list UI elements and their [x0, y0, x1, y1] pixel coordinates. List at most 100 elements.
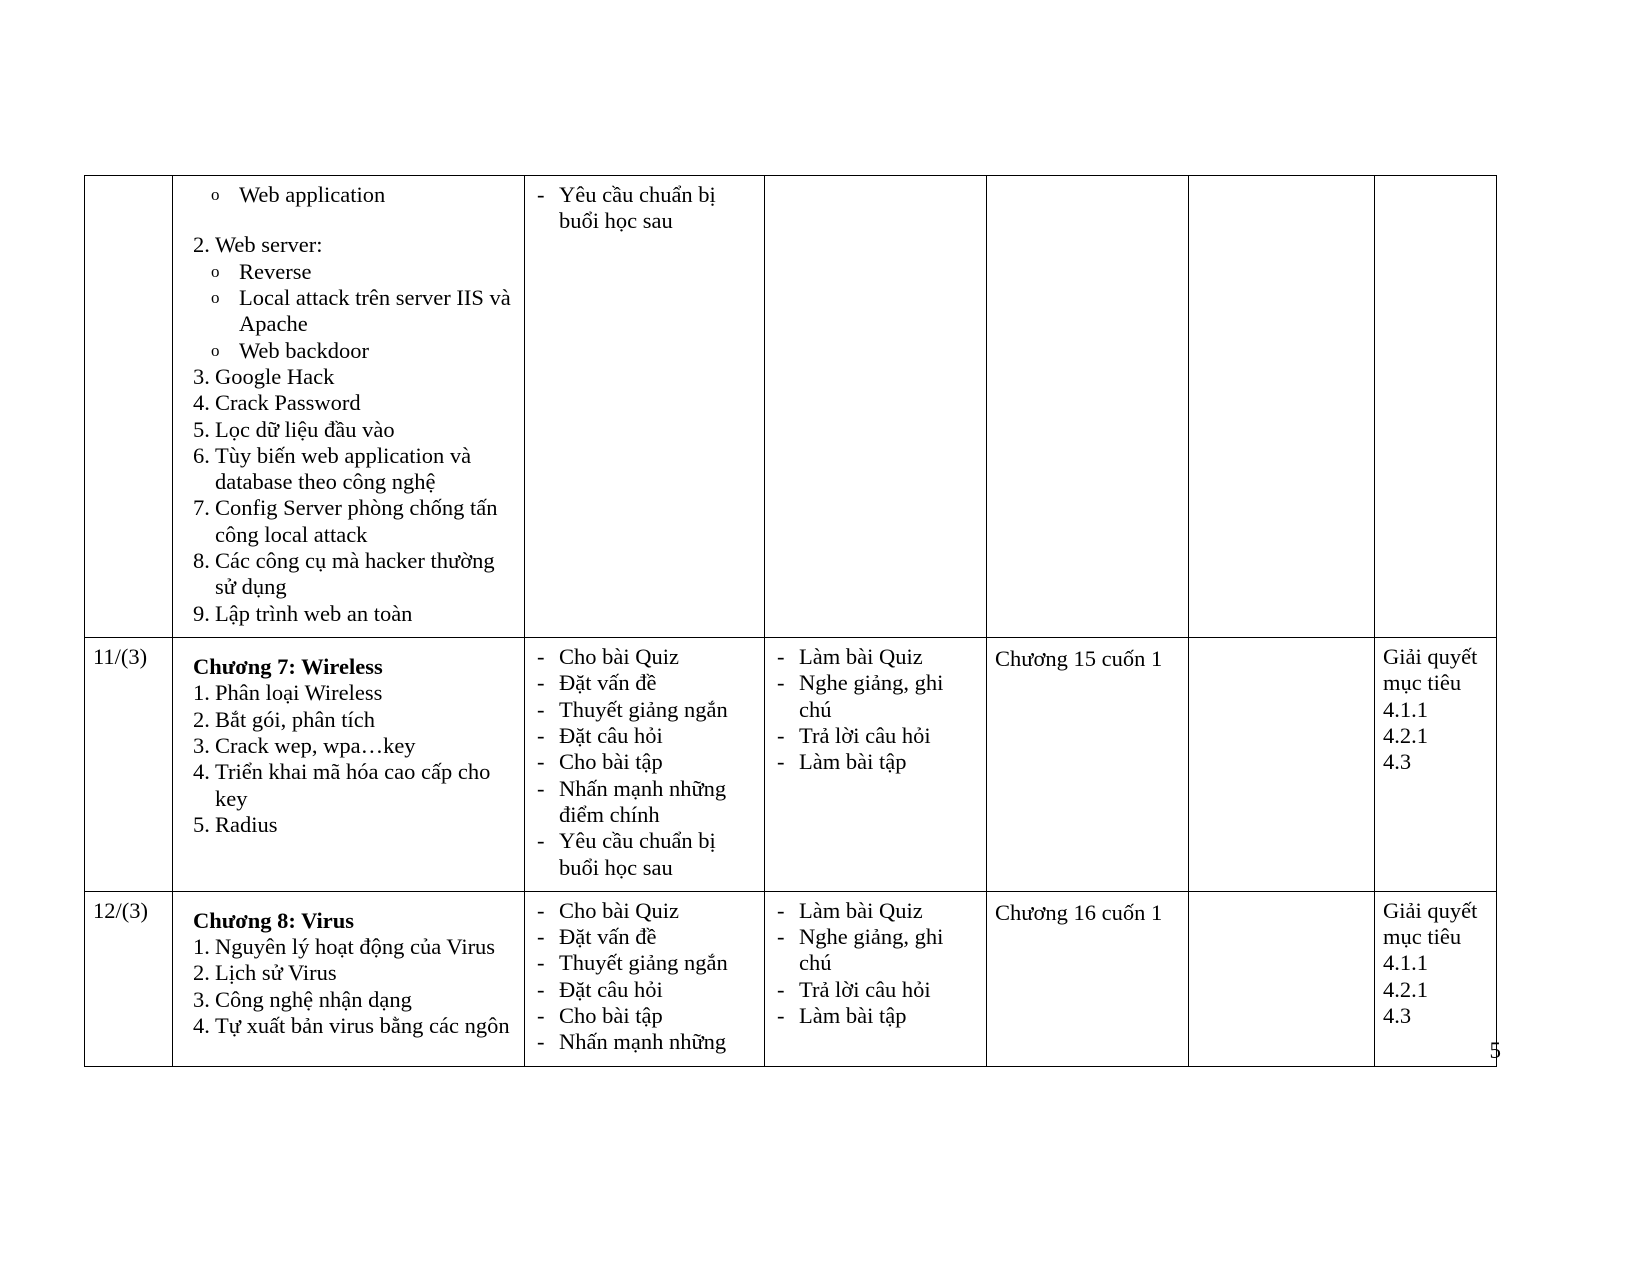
list-item: - Làm bài tập: [773, 1003, 978, 1029]
dash-bullet-icon: -: [777, 976, 785, 1002]
cell-week: [84, 175, 173, 638]
dash-bullet-icon: -: [777, 670, 785, 696]
list-item: - Làm bài Quiz: [773, 644, 978, 670]
list-marker: 3.: [193, 986, 210, 1012]
cell-reference: Chương 16 cuốn 1: [986, 890, 1189, 1067]
list-marker: 3.: [193, 732, 210, 758]
list-item: 4. Crack Password: [181, 390, 516, 416]
list-marker: 1.: [193, 680, 210, 706]
dash-bullet-icon: -: [537, 1003, 545, 1029]
list-item: 3. Google Hack: [181, 364, 516, 390]
list-item-label: Đặt vấn đề: [559, 670, 657, 696]
list-marker: 6.: [193, 442, 210, 468]
list-item-label: Nghe giảng, ghi chú: [799, 670, 944, 722]
list-marker: 5.: [193, 811, 210, 837]
chapter-title: Chương 8: Virus: [193, 907, 354, 933]
dash-bullet-icon: -: [537, 976, 545, 1002]
list-item: 6. Tùy biến web application và database …: [181, 443, 516, 496]
list-item-label: Lập trình web an toàn: [215, 600, 413, 626]
list-item: - Nghe giảng, ghi chú: [773, 670, 978, 723]
list-marker: 5.: [193, 416, 210, 442]
list-item-label: Crack Password: [215, 390, 361, 416]
list-item-label: Trả lời câu hỏi: [799, 976, 931, 1002]
content-numbered-list: 1. Phân loại Wireless 2. Bắt gói, phân t…: [181, 680, 516, 838]
dash-bullet-icon: -: [777, 924, 785, 950]
list-item-label: Làm bài tập: [799, 1003, 907, 1029]
cell-goal: [1374, 175, 1497, 638]
list-marker: 4.: [193, 1013, 210, 1039]
list-item: - Thuyết giảng ngắn: [533, 697, 756, 723]
dash-bullet-icon: -: [537, 182, 545, 207]
list-item-label: Đặt câu hỏi: [559, 722, 663, 748]
list-item: o Web backdoor: [181, 338, 516, 364]
dash-bullet-icon: -: [537, 1029, 545, 1055]
cell-content: Chương 7: Wireless 1. Phân loại Wireless…: [172, 637, 525, 892]
dash-bullet-icon: -: [777, 897, 785, 923]
list-item: - Thuyết giảng ngắn: [533, 950, 756, 976]
list-item-label: Các công cụ mà hacker thường sử dụng: [215, 548, 495, 600]
list-item: 8. Các công cụ mà hacker thường sử dụng: [181, 548, 516, 601]
goal-list: Giải quyết mục tiêu 4.1.1 4.2.1 4.3: [1383, 644, 1488, 776]
cell-teaching-activities: - Yêu cầu chuẩn bị buổi học sau: [524, 175, 765, 638]
list-item-label: Triển khai mã hóa cao cấp cho key: [215, 759, 491, 811]
list-marker: 4.: [193, 759, 210, 785]
table-row: 11/(3) Chương 7: Wireless 1. Phân loại W…: [84, 637, 1497, 892]
goal-line: 4.1.1: [1383, 950, 1428, 976]
list-item: o Reverse: [181, 259, 516, 285]
list-item: - Cho bài Quiz: [533, 898, 756, 924]
learning-activity-list: - Làm bài Quiz - Nghe giảng, ghi chú - Trả …: [773, 898, 978, 1030]
teaching-activity-list: - Cho bài Quiz - Đặt vấn đề - Thuyết giảng …: [533, 898, 756, 1056]
list-item-label: Phân loại Wireless: [215, 680, 383, 706]
cell-reference: Chương 15 cuốn 1: [986, 637, 1189, 892]
list-item-label: Lọc dữ liệu đầu vào: [215, 416, 395, 442]
list-item-label: Yêu cầu chuẩn bị buổi học sau: [559, 828, 716, 880]
list-item-label: Nguyên lý hoạt động của Virus: [215, 934, 496, 960]
list-item: - Nhấn mạnh những điểm chính: [533, 776, 756, 829]
list-item: 4. Tự xuất bản virus bằng các ngôn: [181, 1013, 516, 1039]
cell-learning-activities: - Làm bài Quiz - Nghe giảng, ghi chú - Trả …: [764, 637, 987, 892]
cell-learning-activities: [764, 175, 987, 638]
learning-activity-list: - Làm bài Quiz - Nghe giảng, ghi chú - Trả …: [773, 644, 978, 776]
goal-line: Giải quyết: [1383, 897, 1478, 923]
dash-bullet-icon: -: [777, 749, 785, 775]
dash-bullet-icon: -: [777, 1003, 785, 1029]
list-item-label: Trả lời câu hỏi: [799, 722, 931, 748]
list-item-label: Config Server phòng chống tấn công local…: [215, 495, 498, 547]
list-item-label: Làm bài Quiz: [799, 897, 923, 923]
cell-content: Chương 8: Virus 1. Nguyên lý hoạt động c…: [172, 890, 525, 1067]
dash-bullet-icon: -: [537, 828, 545, 854]
cell-goal: Giải quyết mục tiêu 4.1.1 4.2.1 4.3: [1374, 637, 1497, 892]
dash-bullet-icon: -: [537, 644, 545, 669]
cell-teaching-activities: - Cho bài Quiz - Đặt vấn đề - Thuyết giảng …: [524, 637, 765, 892]
list-item-label: Google Hack: [215, 363, 335, 389]
goal-line: mục tiêu: [1383, 924, 1462, 950]
goal-line: 4.3: [1383, 749, 1412, 775]
list-item-label: Web server:: [215, 232, 323, 258]
table-row: 12/(3) Chương 8: Virus 1. Nguyên lý hoạt…: [84, 890, 1497, 1067]
circle-bullet-icon: o: [211, 287, 220, 307]
list-item: 4. Triển khai mã hóa cao cấp cho key: [181, 759, 516, 812]
list-item-label: Đặt vấn đề: [559, 924, 657, 950]
dash-bullet-icon: -: [537, 670, 545, 696]
list-item: 9. Lập trình web an toàn: [181, 601, 516, 627]
reference-text: Chương 16 cuốn 1: [995, 899, 1163, 925]
list-item: o Web application: [181, 182, 516, 208]
list-item-label: Local attack trên server IIS và Apache: [239, 284, 511, 337]
list-item-label: Tự xuất bản virus bằng các ngôn: [215, 1013, 510, 1039]
list-marker: 3.: [193, 363, 210, 389]
chapter-title: Chương 7: Wireless: [193, 654, 383, 679]
list-item: 2. Web server:: [181, 232, 516, 258]
list-marker: 9.: [193, 600, 210, 626]
list-item: 2. Lịch sử Virus: [181, 960, 516, 986]
list-item-label: Yêu cầu chuẩn bị buổi học sau: [559, 182, 716, 234]
goal-line: 4.2.1: [1383, 976, 1428, 1002]
list-item: - Đặt vấn đề: [533, 670, 756, 696]
list-item-label: Tùy biến web application và database the…: [215, 442, 472, 495]
reference-text: Chương 15 cuốn 1: [995, 646, 1163, 671]
dash-bullet-icon: -: [537, 696, 545, 722]
cell-content: o Web application 2. Web server: o Rever…: [172, 175, 525, 638]
goal-line: Giải quyết: [1383, 644, 1478, 669]
list-item: - Yêu cầu chuẩn bị buổi học sau: [533, 828, 756, 881]
list-item: 3. Crack wep, wpa…key: [181, 733, 516, 759]
